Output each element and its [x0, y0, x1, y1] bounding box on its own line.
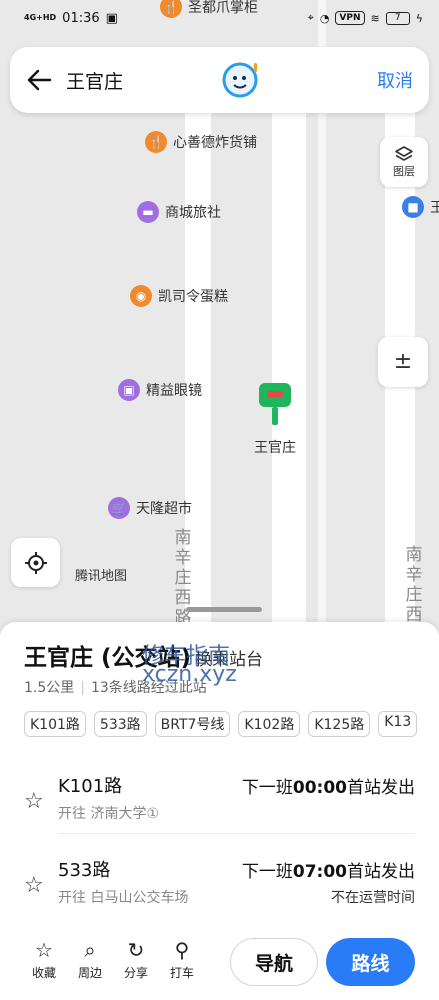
poi-item[interactable]: 🍴 心善德炸货铺 [145, 131, 257, 153]
route-row[interactable]: ☆ 533路 开往 白马山公交车场 下一班07:00首站发出 不在运营时间 [0, 847, 439, 937]
network-indicator: 4G+HD [24, 13, 57, 22]
cake-icon: ◉ [130, 285, 152, 307]
battery-icon: 7 [385, 11, 410, 25]
bus-icon: ■ [402, 196, 424, 218]
route-chip[interactable]: K101路 [24, 711, 86, 737]
station-marker-label: 王官庄 [254, 440, 296, 456]
route-chip[interactable]: K102路 [238, 711, 301, 737]
vpn-badge: VPN [335, 11, 365, 25]
star-icon[interactable]: ☆ [24, 789, 44, 814]
message-icon: ▣ [105, 10, 118, 26]
route-name: 533路 [58, 860, 111, 881]
assistant-mascot-icon[interactable] [222, 61, 260, 99]
bus-stop-pin-icon [259, 383, 291, 425]
route-chip[interactable]: 533路 [93, 711, 147, 737]
route-direction: 开往 济南大学① [58, 806, 160, 822]
divider: | [80, 680, 85, 696]
layers-icon [395, 146, 413, 161]
nearby-button[interactable]: ⌕ 周边 [72, 938, 108, 981]
sheet-handle[interactable] [186, 607, 262, 612]
road-name: 南辛庄西路 [174, 528, 192, 628]
station-distance: 1.5公里 [24, 680, 75, 696]
next-bus: 下一班00:00首站发出 [241, 778, 415, 798]
alarm-icon: ◔ [319, 11, 330, 25]
taxi-button[interactable]: ⚲ 打车 [164, 938, 200, 981]
zoom-icon: ± [393, 349, 413, 374]
route-status: 不在运营时间 [331, 890, 415, 906]
back-arrow-icon[interactable] [26, 68, 52, 92]
route-chip[interactable]: K13 [378, 711, 418, 737]
station-marker[interactable] [258, 382, 292, 430]
cancel-button[interactable]: 取消 [377, 67, 413, 93]
crosshair-icon [24, 551, 47, 574]
star-icon[interactable]: ☆ [24, 873, 44, 898]
search-icon: ⌕ [84, 938, 96, 962]
shopping-bag-icon: ▣ [118, 379, 140, 401]
poi-item[interactable]: ◉ 凯司令蛋糕 [130, 285, 228, 307]
road-name: 南辛庄西 [405, 545, 423, 625]
fork-knife-icon: 🍴 [145, 131, 167, 153]
share-button[interactable]: ↻ 分享 [118, 938, 154, 981]
navigate-button[interactable]: 导航 [230, 938, 318, 986]
poi-item[interactable]: ▬ 商城旅社 [137, 201, 221, 223]
zoom-button[interactable]: ± [378, 337, 428, 387]
route-row[interactable]: ☆ K101路 开往 济南大学① 下一班00:00首站发出 [0, 763, 439, 853]
cart-icon: 🛒 [108, 497, 130, 519]
next-bus: 下一班07:00首站发出 [241, 862, 415, 882]
clock: 01:36 [62, 10, 100, 26]
map-provider: 腾讯地图 [75, 569, 128, 584]
poi-item[interactable]: ▣ 精益眼镜 [118, 379, 202, 401]
locate-button[interactable] [11, 538, 60, 587]
taxi-icon: ⚲ [174, 938, 190, 962]
favorite-button[interactable]: ☆ 收藏 [26, 938, 62, 981]
route-button[interactable]: 路线 [326, 938, 415, 986]
bed-icon: ▬ [137, 201, 159, 223]
route-chip[interactable]: K125路 [308, 711, 371, 737]
divider [58, 833, 415, 834]
route-name: K101路 [58, 776, 123, 797]
route-chips: K101路 533路 BRT7号线 K102路 K125路 K13 [24, 711, 439, 737]
watermark-url: xczn.xyz [142, 662, 237, 687]
poi-item[interactable]: 🛒 天隆超市 [108, 497, 192, 519]
wifi-icon: ≋ [370, 11, 380, 25]
road [272, 80, 306, 640]
share-icon: ↻ [127, 938, 145, 962]
charging-icon: ϟ [415, 11, 423, 25]
location-icon: ⌖ [307, 11, 314, 24]
status-bar: 4G+HD 01:36 ▣ ⌖ ◔ VPN ≋ 7 ϟ [0, 0, 439, 36]
bus-stop-poi[interactable]: ■ 王 [402, 196, 439, 218]
route-direction: 开往 白马山公交车场 [58, 890, 189, 906]
search-query[interactable]: 王官庄 [66, 67, 123, 94]
route-chip[interactable]: BRT7号线 [154, 711, 231, 737]
layers-button[interactable]: 图层 [380, 137, 428, 187]
search-bar: 王官庄 取消 [10, 47, 429, 113]
star-icon: ☆ [35, 938, 53, 962]
